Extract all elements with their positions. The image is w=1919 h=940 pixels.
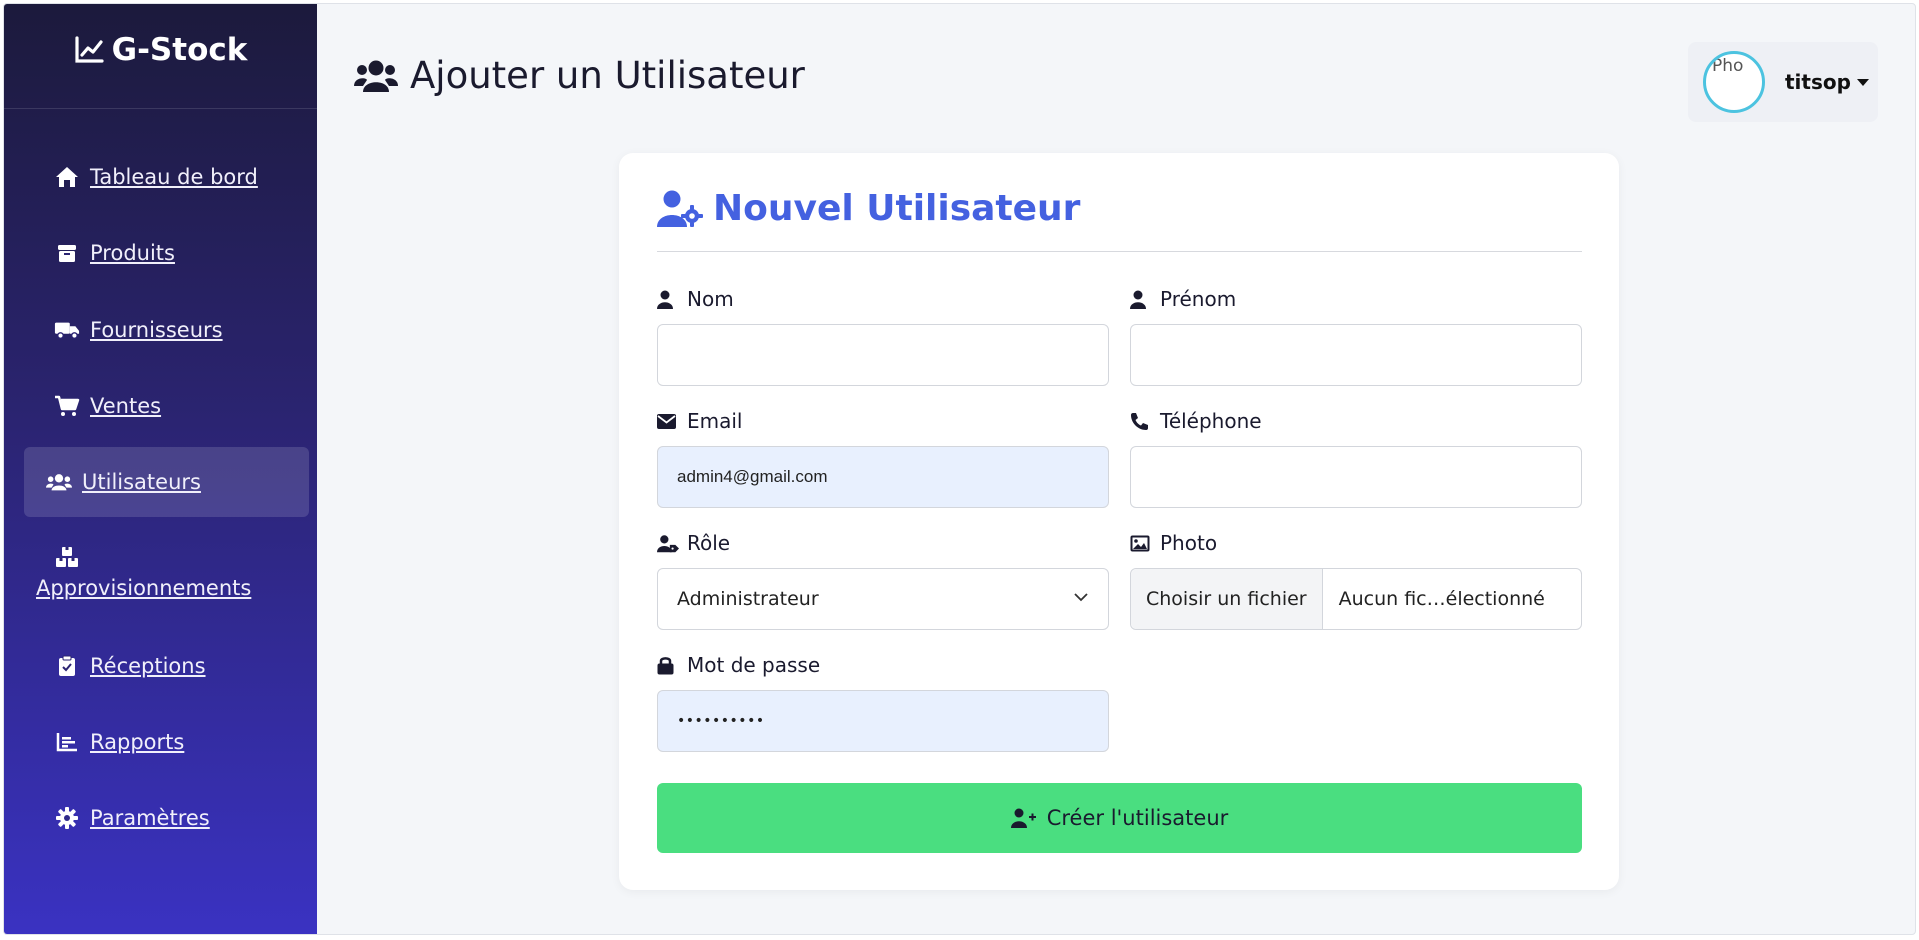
caret-down-icon [1856,78,1869,86]
boxes-icon [54,546,80,568]
user-dropdown-toggle[interactable]: titsop [1785,70,1869,94]
cart-icon [54,395,80,417]
avatar-alt-text: Pho [1712,56,1744,76]
divider [657,251,1582,252]
sidebar-item-utilisateurs[interactable]: Utilisateurs [24,447,309,517]
chevron-down-icon [1074,593,1088,602]
lock-icon [657,655,679,675]
envelope-icon [657,413,679,429]
telephone-label: Téléphone [1130,409,1262,433]
page-title: Ajouter un Utilisateur [354,54,805,97]
sidebar: G-Stock Tableau de bord Produits Fournis… [4,4,317,934]
prenom-label: Prénom [1130,287,1236,311]
photo-file-input[interactable]: Choisir un fichier Aucun fic…électionné [1130,568,1582,630]
email-input[interactable]: admin4@gmail.com [657,446,1109,508]
password-input[interactable]: •••••••••• [657,690,1109,752]
truck-icon [54,320,80,340]
create-user-label: Créer l'utilisateur [1046,806,1229,830]
sidebar-item-label: Produits [90,241,175,265]
sidebar-item-label: Approvisionnements [36,576,252,600]
sidebar-item-receptions[interactable]: Réceptions [24,631,309,701]
sidebar-item-tableau-de-bord[interactable]: Tableau de bord [24,142,309,212]
password-label: Mot de passe [657,653,820,677]
card-title-text: Nouvel Utilisateur [713,188,1081,229]
sidebar-item-parametres[interactable]: Paramètres [24,783,309,853]
user-menu[interactable]: Pho titsop [1688,42,1878,122]
sidebar-item-ventes[interactable]: Ventes [24,371,309,441]
sidebar-item-label: Rapports [90,730,185,754]
email-value: admin4@gmail.com [677,467,828,486]
users-icon [354,60,398,92]
role-label-text: Rôle [687,531,731,555]
user-tag-icon [657,534,679,553]
box-icon [54,243,80,263]
username: titsop [1785,70,1851,94]
brand[interactable]: G-Stock [4,4,317,109]
telephone-input[interactable] [1130,446,1582,508]
user-icon [657,290,679,309]
sidebar-item-rapports[interactable]: Rapports [24,707,309,777]
role-selected-value: Administrateur [677,588,819,610]
email-label: Email [657,409,743,433]
telephone-label-text: Téléphone [1160,409,1262,433]
user-gear-icon [657,190,703,227]
brand-name: G-Stock [111,32,248,68]
choose-file-button[interactable]: Choisir un fichier [1131,569,1323,629]
users-icon [46,472,72,492]
nom-label-text: Nom [687,287,734,311]
nom-label: Nom [657,287,734,311]
photo-label-text: Photo [1160,531,1218,555]
sidebar-item-produits[interactable]: Produits [24,218,309,288]
photo-label: Photo [1130,531,1217,555]
password-value: •••••••••• [677,713,765,729]
user-plus-icon [1010,808,1036,828]
role-select[interactable]: Administrateur [657,568,1109,630]
sidebar-item-fournisseurs[interactable]: Fournisseurs [24,295,309,365]
avatar[interactable]: Pho [1703,51,1765,113]
gear-icon [54,807,80,829]
prenom-input[interactable] [1130,324,1582,386]
chart-line-icon [75,36,104,63]
sidebar-item-label: Tableau de bord [90,165,258,189]
clipboard-check-icon [54,655,80,677]
email-label-text: Email [687,409,743,433]
role-label: Rôle [657,531,730,555]
home-icon [54,166,80,188]
phone-icon [1130,412,1152,431]
chart-bar-icon [54,732,80,752]
create-user-button[interactable]: Créer l'utilisateur [657,783,1582,853]
password-label-text: Mot de passe [687,653,821,677]
sidebar-item-label: Paramètres [90,806,210,830]
file-name: Aucun fic…électionné [1338,588,1545,610]
card-title: Nouvel Utilisateur [657,188,1080,229]
user-icon [1130,290,1152,309]
app-window: G-Stock Tableau de bord Produits Fournis… [3,3,1916,935]
image-icon [1130,535,1152,552]
sidebar-item-label: Réceptions [90,654,206,678]
prenom-label-text: Prénom [1160,287,1237,311]
sidebar-item-approvisionnements[interactable]: Approvisionnements [24,528,309,618]
sidebar-item-label: Ventes [90,394,162,418]
new-user-card: Nouvel Utilisateur Nom Prénom Email admi… [619,153,1619,890]
sidebar-item-label: Utilisateurs [82,470,201,494]
page-title-text: Ajouter un Utilisateur [410,54,805,97]
sidebar-item-label: Fournisseurs [90,318,223,342]
nom-input[interactable] [657,324,1109,386]
